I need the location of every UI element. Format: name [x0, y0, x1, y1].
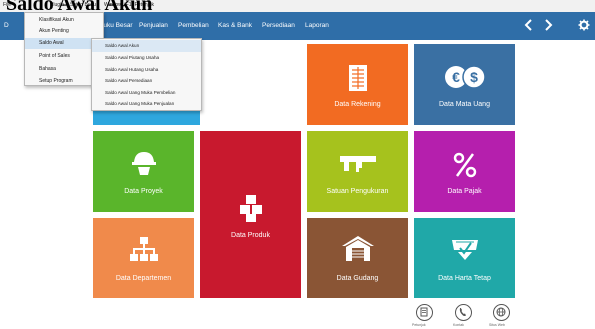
ledger-icon	[348, 65, 367, 91]
submenu-item-saldo-awal-hutang-usaha[interactable]: Saldo Awal Hutang Usaha	[92, 64, 201, 76]
tile-label-data-mata-uang: Data Mata Uang	[439, 101, 490, 108]
app-window: D Buku Besar Penjualan Pembelian Kas & B…	[0, 0, 595, 329]
website-label: Situs Web	[489, 323, 505, 327]
nav-item-pembelian[interactable]: Pembelian	[178, 22, 209, 29]
tile-data-rekening[interactable]: Data Rekening	[307, 44, 408, 125]
submenu-item-saldo-awal-piutang-usaha[interactable]: Saldo Awal Piutang Usaha	[92, 52, 201, 64]
tile-data-produk[interactable]: Data Produk	[200, 131, 301, 298]
contact-button[interactable]	[455, 304, 472, 321]
menu-item-label: Bahasa	[39, 66, 56, 72]
submenu-item-saldo-awal-uang-muka-penjualan[interactable]: Saldo Awal Uang Muka Penjualan	[92, 98, 201, 110]
page-caption: Saldo Awal Akun	[6, 0, 153, 15]
tile-satuan-pengukuran[interactable]: Satuan Pengukuran	[307, 131, 408, 212]
submenu-item-saldo-awal-akun[interactable]: Saldo Awal Akun	[92, 40, 201, 52]
tile-data-gudang[interactable]: Data Gudang	[307, 218, 408, 298]
menu-item-label: Akun Penting	[39, 28, 69, 34]
menu-item-label: Setup Program	[39, 78, 73, 84]
saldo-awal-submenu: Saldo Awal Akun Saldo Awal Piutang Usaha…	[91, 38, 202, 111]
submenu-item-saldo-awal-persediaan[interactable]: Saldo Awal Persediaan	[92, 75, 201, 87]
nav-item-persediaan[interactable]: Persediaan	[262, 22, 295, 29]
tile-label-data-gudang: Data Gudang	[336, 275, 379, 282]
tile-label-data-departemen: Data Departemen	[115, 275, 172, 282]
svg-text:€: €	[452, 69, 460, 85]
nav-item-buku-besar[interactable]: Buku Besar	[99, 22, 133, 29]
submenu-item-label: Saldo Awal Persediaan	[105, 78, 153, 83]
tile-label-data-pajak: Data Pajak	[447, 188, 482, 195]
asset-icon	[451, 240, 478, 260]
percent-icon	[453, 152, 476, 178]
tile-label-data-produk: Data Produk	[231, 232, 270, 239]
tile-data-proyek[interactable]: Data Proyek	[93, 131, 194, 212]
tile-data-departemen[interactable]: Data Departemen	[93, 218, 194, 298]
menu-item-klasifikasi-akun[interactable]: Klasifikasi Akun	[25, 15, 103, 26]
tile-data-harta-tetap[interactable]: Data Harta Tetap	[414, 218, 515, 298]
gear-icon[interactable]	[578, 19, 590, 31]
manual-button[interactable]	[416, 304, 433, 321]
submenu-item-label: Saldo Awal Akun	[105, 43, 140, 48]
menu-item-label: Klasifikasi Akun	[39, 17, 74, 23]
org-chart-icon	[129, 237, 158, 261]
svg-text:$: $	[470, 69, 478, 85]
submenu-item-saldo-awal-uang-muka-pembelian[interactable]: Saldo Awal Uang Muka Pembelian	[92, 87, 201, 99]
nav-item-penjualan[interactable]: Penjualan	[139, 22, 168, 29]
submenu-item-label: Saldo Awal Hutang Usaha	[105, 66, 159, 72]
tile-label-data-harta-tetap: Data Harta Tetap	[438, 275, 491, 282]
nav-item-d[interactable]: D	[4, 22, 9, 29]
submenu-item-label: Saldo Awal Piutang Usaha	[105, 55, 160, 60]
chevron-left-icon[interactable]	[522, 18, 536, 32]
hard-hat-icon	[131, 152, 156, 175]
phone-icon	[459, 308, 466, 316]
submenu-item-label: Saldo Awal Uang Muka Penjualan	[105, 101, 175, 106]
website-button[interactable]	[493, 304, 510, 321]
tile-data-pajak[interactable]: Data Pajak	[414, 131, 515, 212]
boxes-icon	[239, 195, 262, 222]
menu-item-akun-penting[interactable]: Akun Penting	[25, 26, 103, 37]
menu-item-label: Saldo Awal	[39, 40, 64, 46]
document-icon	[420, 307, 428, 317]
tile-label-satuan-pengukuran: Satuan Pengukuran	[326, 188, 389, 195]
caliper-icon	[339, 156, 376, 172]
nav-item-kas-bank[interactable]: Kas & Bank	[218, 22, 252, 29]
warehouse-icon	[341, 236, 374, 261]
tile-label-data-proyek: Data Proyek	[124, 188, 163, 195]
contact-label: Kontak	[453, 323, 464, 327]
manual-label: Petunjuk	[412, 323, 426, 327]
chevron-right-icon[interactable]	[541, 18, 555, 32]
nav-item-laporan[interactable]: Laporan	[305, 22, 329, 29]
tile-label-data-rekening: Data Rekening	[334, 101, 381, 108]
submenu-item-label: Saldo Awal Uang Muka Pembelian	[105, 89, 176, 95]
currency-icon: € $	[444, 65, 486, 89]
menu-item-label: Point of Sales	[39, 53, 70, 59]
tile-data-mata-uang[interactable]: € $ Data Mata Uang	[414, 44, 515, 125]
globe-icon	[496, 307, 506, 317]
